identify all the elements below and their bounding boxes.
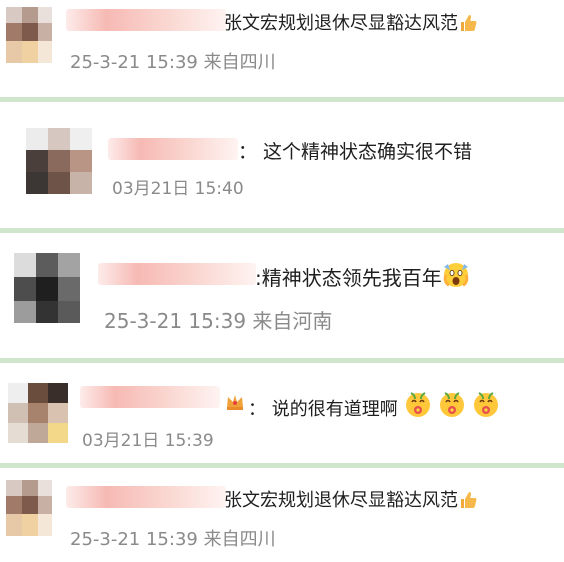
comment-text-container: :精神状态领先我百年 <box>255 261 470 294</box>
comment-text: ： 说的很有道理啊 <box>248 399 398 420</box>
kissing-flower-face-icon <box>437 389 467 424</box>
comment-text: 张文宏规划退休尽显豁达风范 <box>224 13 458 34</box>
comment-text-container: ： 说的很有道理啊 <box>248 389 501 424</box>
avatar[interactable] <box>26 128 92 194</box>
username-blurred[interactable] <box>66 486 226 508</box>
comment-meta: 03月21日 15:40 <box>112 179 244 199</box>
kissing-flower-face-icon <box>403 389 433 424</box>
username-blurred[interactable] <box>66 9 226 31</box>
crown-badge-icon <box>224 391 246 417</box>
kissing-flower-face-icon <box>471 389 501 424</box>
username-blurred[interactable] <box>98 263 256 285</box>
comment-text: 张文宏规划退休尽显豁达风范 <box>224 490 458 511</box>
comment-item: ： 这个精神状态确实很不错 03月21日 15:40 <box>0 102 564 230</box>
comment-text-container: 张文宏规划退休尽显豁达风范 <box>224 9 478 38</box>
comment-meta: 25-3-21 15:39 来自四川 <box>70 52 276 73</box>
comment-text-container: 张文宏规划退休尽显豁达风范 <box>224 486 478 515</box>
comment-item: 张文宏规划退休尽显豁达风范 25-3-21 15:39 来自四川 <box>0 0 564 97</box>
comment-meta: 25-3-21 15:39 来自四川 <box>70 529 276 550</box>
avatar[interactable] <box>6 480 52 536</box>
comment-meta: 03月21日 15:39 <box>82 431 214 451</box>
username-blurred[interactable] <box>108 138 238 160</box>
thumbs-up-icon <box>458 13 478 38</box>
comment-item: ： 说的很有道理啊 03月21日 15:39 <box>0 363 564 463</box>
comment-text: ： 这个精神状态确实很不错 <box>238 141 473 163</box>
username-blurred[interactable] <box>80 386 220 408</box>
avatar[interactable] <box>8 383 68 443</box>
thumbs-up-icon <box>458 490 478 515</box>
comment-meta: 25-3-21 15:39 来自河南 <box>104 309 333 333</box>
avatar[interactable] <box>14 253 80 323</box>
comment-item: 张文宏规划退休尽显豁达风范 25-3-21 15:39 来自四川 <box>0 468 564 562</box>
screaming-face-icon <box>442 261 470 294</box>
comment-text: :精神状态领先我百年 <box>255 266 442 290</box>
avatar[interactable] <box>6 7 52 63</box>
comment-item: :精神状态领先我百年 25-3-21 15:39 来自河南 <box>0 233 564 358</box>
